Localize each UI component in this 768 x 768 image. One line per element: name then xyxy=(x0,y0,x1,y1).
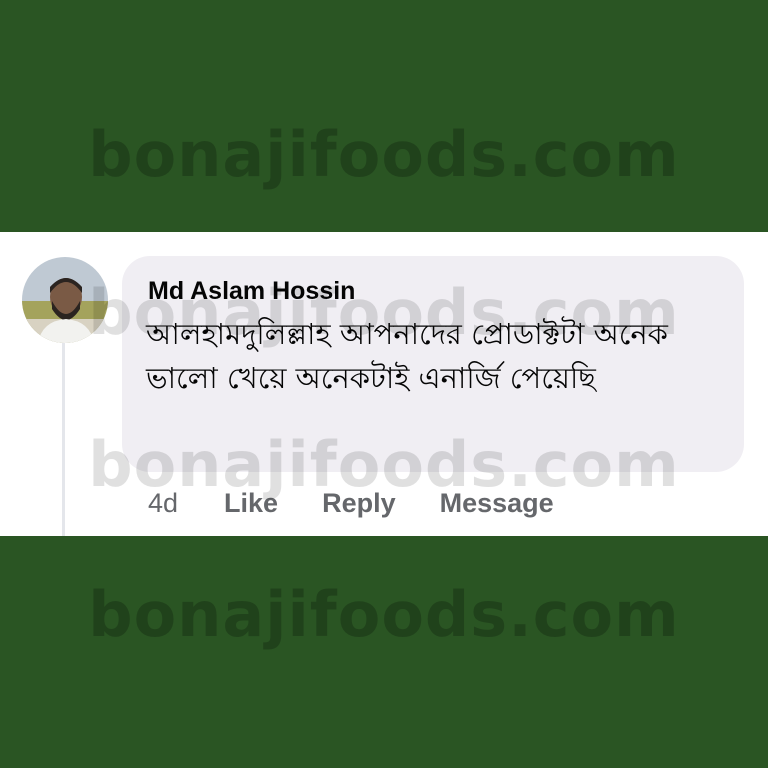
reply-button[interactable]: Reply xyxy=(322,488,396,519)
avatar[interactable] xyxy=(22,257,108,343)
message-button[interactable]: Message xyxy=(440,488,554,519)
bottom-green-band xyxy=(0,536,768,768)
comment-actions: 4d Like Reply Message xyxy=(148,488,598,519)
comment-author[interactable]: Md Aslam Hossin xyxy=(148,277,355,306)
profile-photo-icon xyxy=(22,257,108,343)
comment-timestamp[interactable]: 4d xyxy=(148,488,178,519)
top-green-band xyxy=(0,0,768,232)
thread-line xyxy=(62,342,65,536)
like-button[interactable]: Like xyxy=(224,488,278,519)
comment-text: আলহামদুলিল্লাহ আপনাদের প্রোডাক্টটা অনেক … xyxy=(146,317,668,395)
